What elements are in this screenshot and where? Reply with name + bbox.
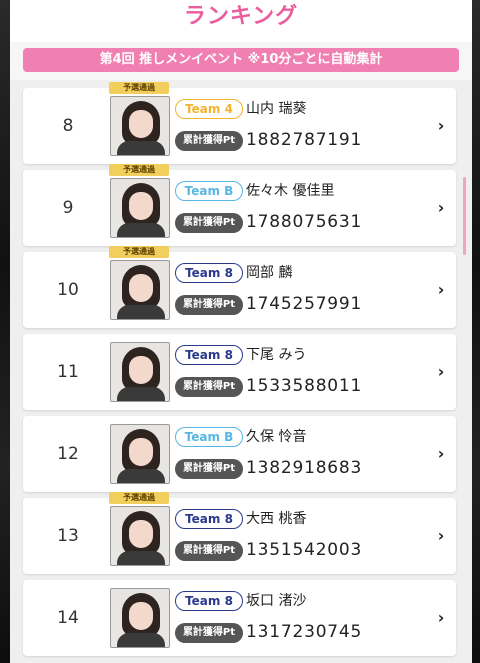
- points-value: 1351542003: [246, 540, 363, 560]
- ranking-row[interactable]: 13 予選通過 Team 8 大西 桃香 累計獲得Pt 1351542003 ›: [23, 492, 456, 574]
- member-photo: [110, 260, 170, 320]
- chevron-right-icon[interactable]: ›: [435, 280, 447, 300]
- rank-number: 14: [57, 608, 79, 628]
- face-shape: [129, 110, 153, 138]
- points-value: 1533588011: [246, 376, 363, 396]
- team-badge: Team 8: [175, 509, 243, 529]
- member-name: 久保 怜音: [246, 429, 307, 445]
- team-badge: Team 4: [175, 99, 243, 119]
- face-shape: [129, 192, 153, 220]
- team-badge: Team 8: [175, 345, 243, 365]
- uniform-shape: [117, 469, 165, 483]
- ranking-row[interactable]: 14 Team 8 坂口 渚沙 累計獲得Pt 1317230745 ›: [23, 580, 456, 656]
- rank-number: 8: [62, 116, 74, 136]
- member-name: 坂口 渚沙: [246, 593, 307, 609]
- rank-number: 10: [57, 280, 79, 300]
- uniform-shape: [117, 305, 165, 319]
- chevron-right-icon[interactable]: ›: [435, 444, 447, 464]
- points-label-badge: 累計獲得Pt: [175, 295, 243, 315]
- member-photo: [110, 342, 170, 402]
- left-background-edge: [0, 0, 10, 663]
- member-name: 大西 桃香: [246, 511, 307, 527]
- face-shape: [129, 602, 153, 630]
- points-label-badge: 累計獲得Pt: [175, 213, 243, 233]
- chevron-right-icon[interactable]: ›: [435, 116, 447, 136]
- uniform-shape: [117, 223, 165, 237]
- uniform-shape: [117, 551, 165, 565]
- rank-number: 9: [62, 198, 74, 218]
- header: ランキング: [10, 0, 472, 42]
- ranking-panel: ランキング 第4回 推しメンイベント ※10分ごとに自動集計 8 予選通過 Te…: [10, 0, 472, 663]
- member-name: 山内 瑞葵: [246, 101, 307, 117]
- rank-number: 12: [57, 444, 79, 464]
- chevron-right-icon[interactable]: ›: [435, 526, 447, 546]
- points-value: 1382918683: [246, 458, 363, 478]
- member-photo: [110, 588, 170, 648]
- qualified-badge: 予選通過: [109, 246, 169, 258]
- event-banner: 第4回 推しメンイベント ※10分ごとに自動集計: [23, 48, 459, 72]
- points-label-badge: 累計獲得Pt: [175, 377, 243, 397]
- ranking-row[interactable]: 10 予選通過 Team 8 岡部 麟 累計獲得Pt 1745257991 ›: [23, 246, 456, 328]
- member-photo: [110, 178, 170, 238]
- ranking-row[interactable]: 8 予選通過 Team 4 山内 瑞葵 累計獲得Pt 1882787191 ›: [23, 82, 456, 164]
- member-photo: [110, 506, 170, 566]
- face-shape: [129, 520, 153, 548]
- face-shape: [129, 438, 153, 466]
- rank-number: 13: [57, 526, 79, 546]
- qualified-badge: 予選通過: [109, 492, 169, 504]
- points-value: 1882787191: [246, 130, 363, 150]
- qualified-badge: 予選通過: [109, 82, 169, 94]
- uniform-shape: [117, 633, 165, 647]
- rank-number: 11: [57, 362, 79, 382]
- scrollbar[interactable]: [463, 177, 466, 255]
- uniform-shape: [117, 141, 165, 155]
- member-name: 佐々木 優佳里: [246, 183, 335, 199]
- qualified-badge: 予選通過: [109, 164, 169, 176]
- team-badge: Team B: [175, 181, 243, 201]
- team-badge: Team B: [175, 427, 243, 447]
- member-photo: [110, 424, 170, 484]
- ranking-row[interactable]: 11 Team 8 下尾 みう 累計獲得Pt 1533588011 ›: [23, 334, 456, 410]
- team-badge: Team 8: [175, 263, 243, 283]
- uniform-shape: [117, 387, 165, 401]
- points-label-badge: 累計獲得Pt: [175, 131, 243, 151]
- ranking-list[interactable]: 8 予選通過 Team 4 山内 瑞葵 累計獲得Pt 1882787191 › …: [10, 80, 472, 663]
- face-shape: [129, 356, 153, 384]
- chevron-right-icon[interactable]: ›: [435, 608, 447, 628]
- points-label-badge: 累計獲得Pt: [175, 623, 243, 643]
- ranking-row[interactable]: 12 Team B 久保 怜音 累計獲得Pt 1382918683 ›: [23, 416, 456, 492]
- ranking-row[interactable]: 9 予選通過 Team B 佐々木 優佳里 累計獲得Pt 1788075631 …: [23, 164, 456, 246]
- right-background-edge: [472, 0, 480, 663]
- member-name: 岡部 麟: [246, 265, 293, 281]
- member-name: 下尾 みう: [246, 347, 307, 363]
- points-value: 1788075631: [246, 212, 363, 232]
- chevron-right-icon[interactable]: ›: [435, 362, 447, 382]
- points-label-badge: 累計獲得Pt: [175, 541, 243, 561]
- points-value: 1317230745: [246, 622, 363, 642]
- member-photo: [110, 96, 170, 156]
- chevron-right-icon[interactable]: ›: [435, 198, 447, 218]
- page-title: ランキング: [183, 4, 299, 29]
- team-badge: Team 8: [175, 591, 243, 611]
- face-shape: [129, 274, 153, 302]
- points-value: 1745257991: [246, 294, 363, 314]
- points-label-badge: 累計獲得Pt: [175, 459, 243, 479]
